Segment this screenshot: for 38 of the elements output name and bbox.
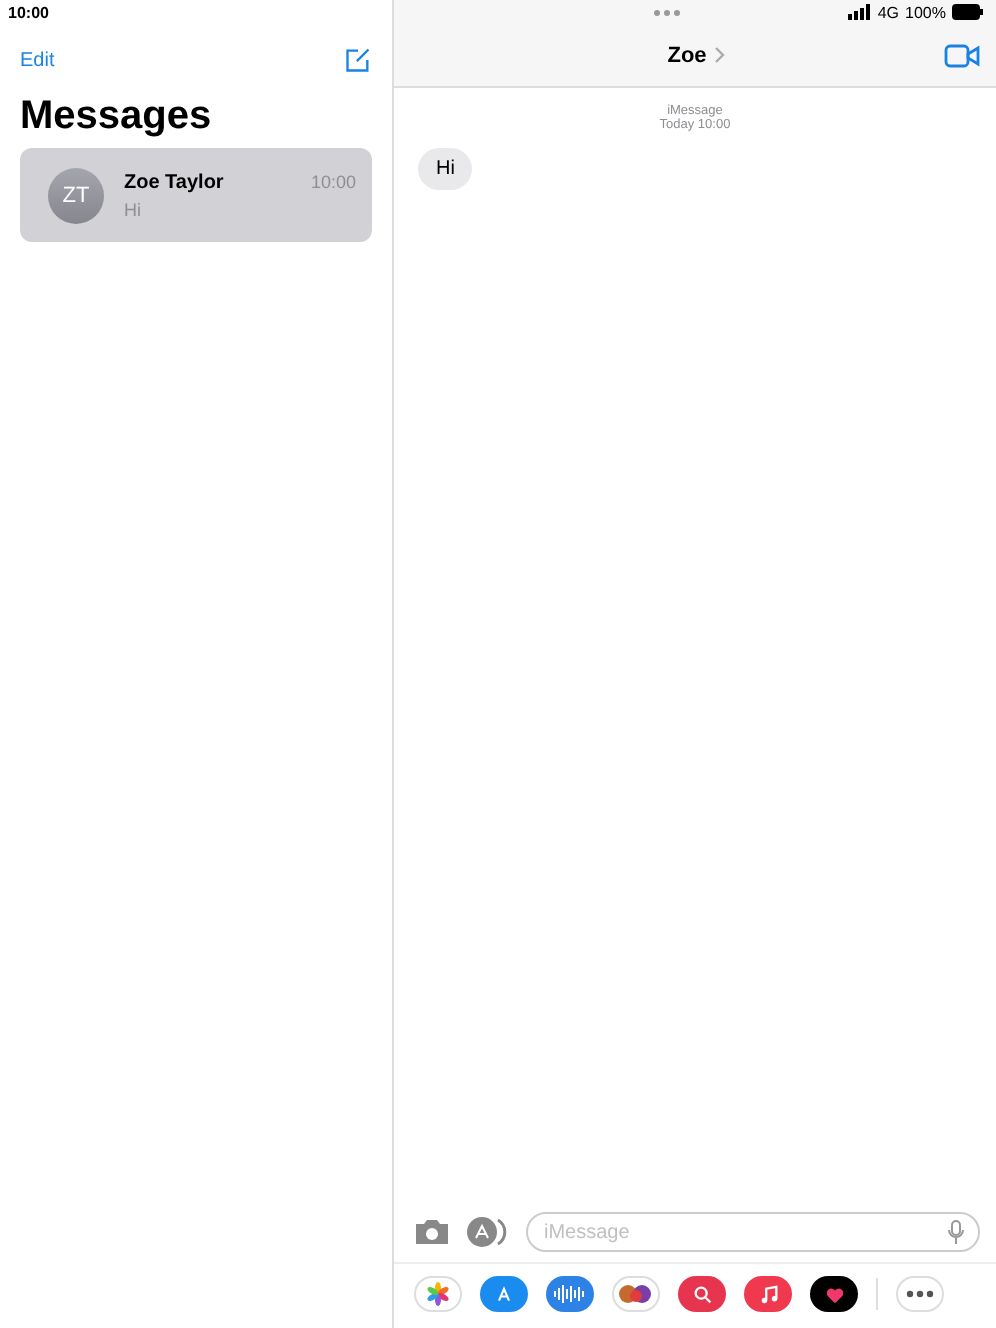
message-time: 10:00: [310, 171, 356, 193]
message-field[interactable]: iMessage: [526, 1212, 980, 1252]
compose-icon[interactable]: [344, 46, 372, 74]
heart-icon: [823, 1283, 845, 1305]
battery-icon: [952, 4, 984, 20]
battery-label: 100%: [905, 3, 946, 21]
digital-touch-button[interactable]: [810, 1276, 858, 1312]
messages-title: Messages: [20, 94, 214, 140]
app-store-button[interactable]: [480, 1276, 528, 1312]
music-app-button[interactable]: [744, 1276, 792, 1312]
message-bubble: Hi: [418, 148, 473, 190]
audio-app-button[interactable]: [546, 1276, 594, 1312]
more-icon: [906, 1290, 934, 1298]
signal-icon: [847, 4, 872, 20]
conversation-item[interactable]: ZT Zoe Taylor 10:00 Hi: [20, 148, 372, 242]
faces-icon: [618, 1282, 654, 1306]
photos-app-button[interactable]: [414, 1276, 462, 1312]
status-time: 10:00: [6, 2, 51, 24]
flower-icon: [426, 1282, 450, 1306]
app-store-icon[interactable]: [466, 1216, 510, 1248]
edit-link[interactable]: Edit: [20, 49, 55, 71]
microphone-icon[interactable]: [948, 1220, 964, 1244]
contact-title[interactable]: Zoe: [667, 43, 707, 67]
avatar: ZT: [48, 167, 104, 223]
message-preview: Hi: [124, 199, 143, 219]
chevron-icon: [714, 46, 727, 64]
app-store-icon: [494, 1284, 514, 1304]
video-call-icon[interactable]: [944, 43, 980, 67]
camera-icon[interactable]: [414, 1218, 450, 1246]
waveform-icon: [554, 1284, 586, 1304]
more-apps-button[interactable]: [896, 1276, 944, 1312]
network-label: 4G: [877, 3, 900, 21]
music-note-icon: [757, 1283, 779, 1305]
contact-name: Zoe Taylor: [124, 171, 224, 193]
multitask-icon: [653, 9, 680, 15]
search-icon: [691, 1283, 713, 1305]
memoji-app-button[interactable]: [612, 1276, 660, 1312]
web-search-button[interactable]: [678, 1276, 726, 1312]
